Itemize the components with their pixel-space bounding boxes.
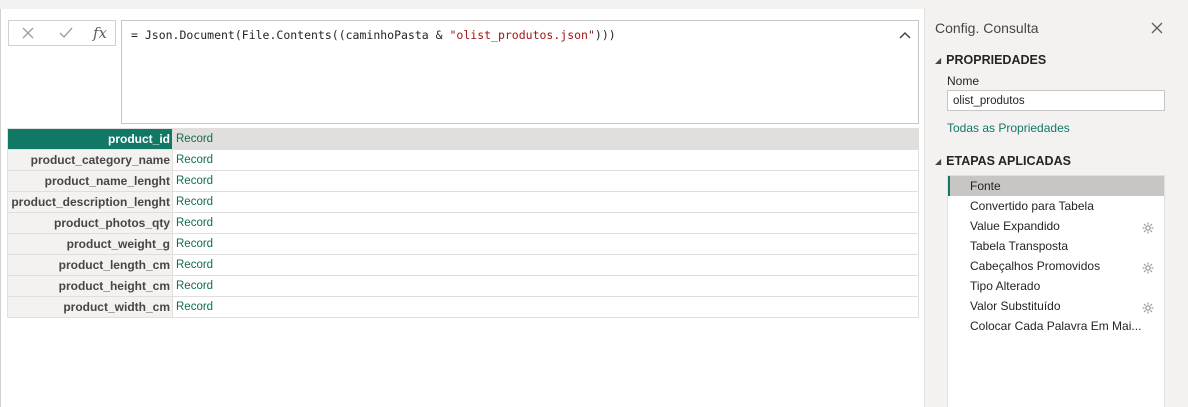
row-header[interactable]: product_weight_g xyxy=(7,233,173,255)
applied-step-label: Colocar Cada Palavra Em Mai... xyxy=(970,319,1142,333)
applied-step-label: Tabela Transposta xyxy=(970,239,1069,253)
top-strip xyxy=(0,0,1188,9)
applied-step[interactable]: Convertido para Tabela xyxy=(948,196,1164,216)
applied-step-label: Valor Substituído xyxy=(970,299,1061,313)
applied-step[interactable]: Fonte xyxy=(948,176,1164,196)
formula-code-end: ))) xyxy=(594,28,616,42)
collapse-triangle-icon: ◢ xyxy=(935,157,942,166)
properties-header-label: PROPRIEDADES xyxy=(946,53,1047,67)
record-link[interactable]: Record xyxy=(172,275,919,297)
applied-step-label: Convertido para Tabela xyxy=(970,199,1094,213)
chevron-up-icon xyxy=(899,31,911,39)
row-header[interactable]: product_description_lenght xyxy=(7,191,173,213)
record-table: product_id Record product_category_name Rec… xyxy=(7,128,919,318)
record-link[interactable]: Record xyxy=(172,296,919,318)
table-row[interactable]: product_id Record xyxy=(7,128,919,150)
record-link[interactable]: Record xyxy=(172,128,919,150)
insert-function-button[interactable]: fx xyxy=(85,21,115,45)
record-link[interactable]: Record xyxy=(172,191,919,213)
pane-title: Config. Consulta xyxy=(935,20,1039,36)
checkmark-icon xyxy=(59,27,73,39)
all-properties-link[interactable]: Todas as Propriedades xyxy=(947,121,1070,135)
applied-step-label: Tipo Alterado xyxy=(970,279,1041,293)
table-row[interactable]: product_height_cm Record xyxy=(7,275,919,297)
record-link[interactable]: Record xyxy=(172,170,919,192)
applied-step[interactable]: Cabeçalhos Promovidos xyxy=(948,256,1164,276)
commit-formula-button[interactable] xyxy=(51,21,81,45)
collapse-formula-button[interactable] xyxy=(898,29,912,39)
query-settings-pane: Config. Consulta ◢ PROPRIEDADES Nome Toda… xyxy=(924,9,1188,407)
applied-step[interactable]: Tabela Transposta xyxy=(948,236,1164,256)
record-link[interactable]: Record xyxy=(172,254,919,276)
query-name-input[interactable] xyxy=(947,90,1165,111)
row-header[interactable]: product_category_name xyxy=(7,149,173,171)
name-label: Nome xyxy=(947,74,980,88)
table-row[interactable]: product_weight_g Record xyxy=(7,233,919,255)
gear-icon[interactable] xyxy=(1142,260,1154,274)
applied-step[interactable]: Value Expandido xyxy=(948,216,1164,236)
row-header[interactable]: product_id xyxy=(7,128,173,150)
fx-icon: fx xyxy=(92,24,107,42)
formula-buttons: fx xyxy=(8,20,116,46)
applied-step-label: Cabeçalhos Promovidos xyxy=(970,259,1101,273)
close-icon xyxy=(1151,22,1163,34)
record-link[interactable]: Record xyxy=(172,212,919,234)
row-header[interactable]: product_photos_qty xyxy=(7,212,173,234)
properties-header[interactable]: ◢ PROPRIEDADES xyxy=(935,53,1046,67)
collapse-triangle-icon: ◢ xyxy=(935,56,942,65)
formula-code: = Json.Document(File.Contents((caminhoPa… xyxy=(131,28,450,42)
table-row[interactable]: product_length_cm Record xyxy=(7,254,919,276)
applied-steps-header[interactable]: ◢ ETAPAS APLICADAS xyxy=(935,154,1071,168)
applied-step-label: Value Expandido xyxy=(970,219,1060,233)
formula-string-literal: "olist_produtos.json" xyxy=(449,28,595,42)
applied-step-label: Fonte xyxy=(970,179,1001,193)
row-header[interactable]: product_height_cm xyxy=(7,275,173,297)
applied-step[interactable]: Colocar Cada Palavra Em Mai... xyxy=(948,316,1164,336)
applied-step[interactable]: Valor Substituído xyxy=(948,296,1164,316)
record-link[interactable]: Record xyxy=(172,233,919,255)
table-row[interactable]: product_name_lenght Record xyxy=(7,170,919,192)
row-header[interactable]: product_width_cm xyxy=(7,296,173,318)
formula-text: = Json.Document(File.Contents((caminhoPa… xyxy=(131,28,616,42)
row-header[interactable]: product_length_cm xyxy=(7,254,173,276)
formula-input[interactable]: = Json.Document(File.Contents((caminhoPa… xyxy=(121,20,919,124)
record-link[interactable]: Record xyxy=(172,149,919,171)
cancel-formula-button[interactable] xyxy=(13,21,43,45)
row-header[interactable]: product_name_lenght xyxy=(7,170,173,192)
table-row[interactable]: product_description_lenght Record xyxy=(7,191,919,213)
close-icon xyxy=(22,27,34,39)
applied-step[interactable]: Tipo Alterado xyxy=(948,276,1164,296)
close-pane-button[interactable] xyxy=(1151,22,1163,34)
table-row[interactable]: product_photos_qty Record xyxy=(7,212,919,234)
gear-icon[interactable] xyxy=(1142,220,1154,234)
table-row[interactable]: product_category_name Record xyxy=(7,149,919,171)
gear-icon[interactable] xyxy=(1142,300,1154,314)
applied-steps-list: Fonte Convertido para Tabela Value Expandi… xyxy=(947,175,1165,407)
applied-steps-header-label: ETAPAS APLICADAS xyxy=(946,154,1071,168)
table-row[interactable]: product_width_cm Record xyxy=(7,296,919,318)
main-area: fx = Json.Document(File.Contents((caminh… xyxy=(0,9,924,407)
